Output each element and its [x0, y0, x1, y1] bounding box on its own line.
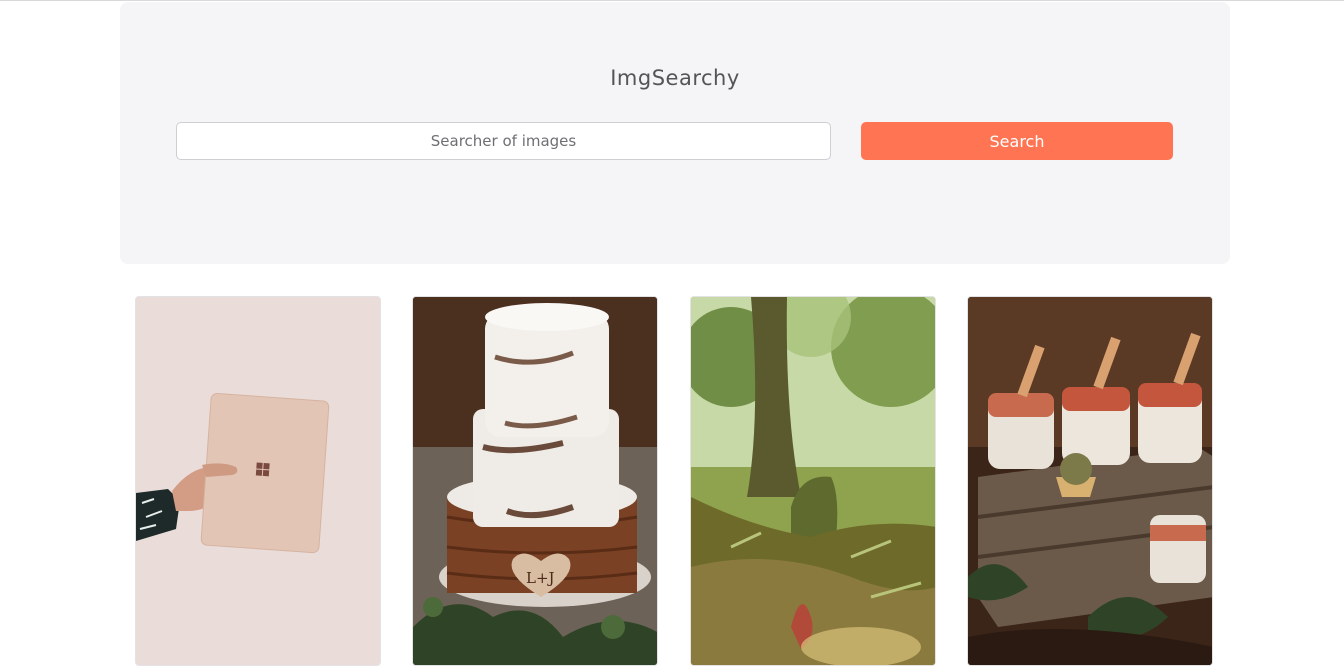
search-panel: ImgSearchy Search — [120, 2, 1230, 264]
app-title: ImgSearchy — [610, 66, 740, 90]
results-grid: L+J — [135, 296, 1215, 666]
dessert-image — [968, 297, 1212, 665]
search-button[interactable]: Search — [861, 122, 1173, 160]
cake-image: L+J — [413, 297, 657, 665]
forest-image — [691, 297, 935, 665]
search-input[interactable] — [176, 122, 831, 160]
svg-text:L+J: L+J — [526, 569, 555, 587]
result-card-laptop[interactable] — [135, 296, 381, 666]
result-card-cake[interactable]: L+J — [412, 296, 658, 666]
result-card-forest[interactable] — [690, 296, 936, 666]
result-card-dessert[interactable] — [967, 296, 1213, 666]
top-border — [0, 0, 1344, 1]
laptop-image — [136, 297, 380, 665]
